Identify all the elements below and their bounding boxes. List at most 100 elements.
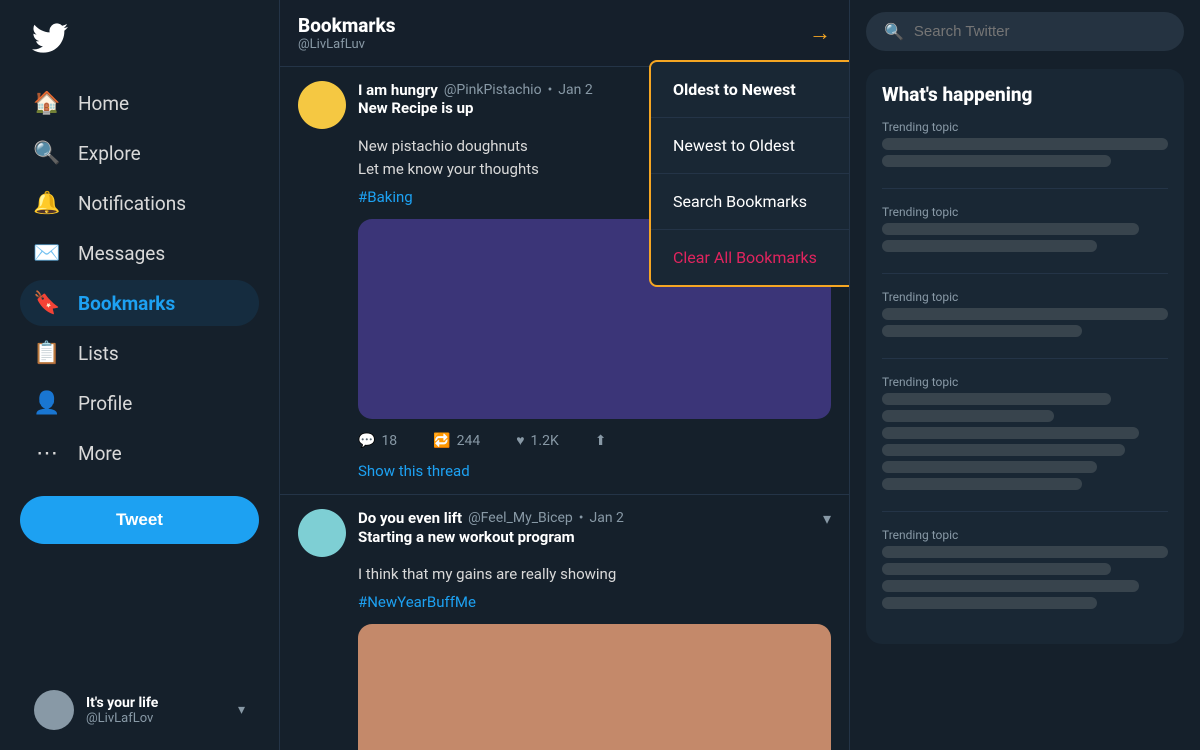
main-feed: Bookmarks @LivLafLuv → Oldest to Newest … <box>280 0 850 750</box>
chevron-down-icon: ▾ <box>238 702 245 718</box>
tweet-author-handle: @PinkPistachio <box>444 82 542 98</box>
feed-header: Bookmarks @LivLafLuv → Oldest to Newest … <box>280 0 849 67</box>
retweet-count: 244 <box>457 431 481 452</box>
trending-body <box>882 155 1111 167</box>
sidebar-item-explore-label: Explore <box>78 142 141 165</box>
show-thread-link[interactable]: Show this thread <box>358 462 831 480</box>
tweet-date: • <box>548 82 553 98</box>
tweet-image <box>358 624 831 750</box>
trending-topic-label: Trending topic <box>882 375 1168 389</box>
tweet-date-value: Jan 2 <box>558 82 592 98</box>
trending-body <box>882 240 1097 252</box>
bookmarks-icon: 🔖 <box>34 290 60 316</box>
notifications-icon: 🔔 <box>34 190 60 216</box>
sidebar-nav: 🏠 Home 🔍 Explore 🔔 Notifications ✉️ Mess… <box>20 80 259 476</box>
sort-clear-all[interactable]: Clear All Bookmarks <box>651 230 850 285</box>
tweet-date-sep: • <box>579 510 584 526</box>
more-icon: ⋯ <box>34 440 60 466</box>
sort-search-bookmarks[interactable]: Search Bookmarks <box>651 174 850 230</box>
trending-section: Trending topic <box>882 528 1168 630</box>
feed-handle: @LivLafLuv <box>298 37 396 52</box>
sort-dropdown: Oldest to Newest Newest to Oldest Search… <box>649 60 850 287</box>
tweet-body-line1: New pistachio doughnuts <box>358 137 528 155</box>
search-bar[interactable]: 🔍 <box>866 12 1184 51</box>
comment-count: 18 <box>381 431 397 452</box>
tweet-author-name: I am hungry <box>358 81 438 99</box>
tweet-title: Starting a new workout program <box>358 528 831 546</box>
right-sidebar: 🔍 What's happening Trending topic Trendi… <box>850 0 1200 750</box>
explore-icon: 🔍 <box>34 140 60 166</box>
footer-name: It's your life <box>86 695 226 711</box>
share-icon: ⬆ <box>595 431 607 452</box>
trending-body <box>882 478 1082 490</box>
tweet-author-handle: @Feel_My_Bicep <box>468 510 573 526</box>
trending-body <box>882 461 1097 473</box>
chevron-down-icon: ▾ <box>823 509 831 528</box>
tweet-body: I think that my gains are really showing <box>358 563 831 586</box>
trending-body <box>882 393 1111 405</box>
trending-body <box>882 308 1168 320</box>
comment-icon: 💬 <box>358 431 375 452</box>
sort-newest-oldest[interactable]: Newest to Oldest <box>651 118 850 174</box>
tweet-comment-action[interactable]: 💬 18 <box>358 431 397 452</box>
tweet-button[interactable]: Tweet <box>20 496 259 544</box>
avatar <box>298 81 346 129</box>
whats-happening-panel: What's happening Trending topic Trending… <box>866 69 1184 644</box>
messages-icon: ✉️ <box>34 240 60 266</box>
trending-topic-label: Trending topic <box>882 528 1168 542</box>
trending-body <box>882 444 1125 456</box>
tweet-retweet-action[interactable]: 🔁 244 <box>433 431 480 452</box>
search-icon: 🔍 <box>884 22 904 41</box>
profile-icon: 👤 <box>34 390 60 416</box>
avatar <box>298 509 346 557</box>
trending-section: Trending topic <box>882 375 1168 512</box>
tweet-body-line2: Let me know your thoughts <box>358 160 539 178</box>
tweet-date-value: Jan 2 <box>589 510 623 526</box>
trending-body <box>882 580 1139 592</box>
trending-body <box>882 597 1097 609</box>
sort-oldest-newest[interactable]: Oldest to Newest <box>651 62 850 118</box>
tweet-hashtag: #NewYearBuffMe <box>358 591 831 614</box>
sidebar-item-messages[interactable]: ✉️ Messages <box>20 230 259 276</box>
sidebar-item-notifications[interactable]: 🔔 Notifications <box>20 180 259 226</box>
avatar <box>34 690 74 730</box>
search-input[interactable] <box>914 23 1166 40</box>
trending-body <box>882 325 1082 337</box>
twitter-logo-icon <box>32 20 68 56</box>
trending-section: Trending topic <box>882 120 1168 189</box>
twitter-logo <box>20 10 259 70</box>
footer-handle: @LivLafLov <box>86 711 226 726</box>
sort-arrow-icon: → <box>809 20 831 46</box>
trending-body <box>882 138 1168 150</box>
sidebar-footer[interactable]: It's your life @LivLafLov ▾ <box>20 680 259 740</box>
sidebar-item-explore[interactable]: 🔍 Explore <box>20 130 259 176</box>
trending-body <box>882 427 1139 439</box>
retweet-icon: 🔁 <box>433 431 450 452</box>
trending-body <box>882 223 1139 235</box>
tweet-author-name: Do you even lift <box>358 509 462 527</box>
sidebar-item-home[interactable]: 🏠 Home <box>20 80 259 126</box>
sidebar-item-messages-label: Messages <box>78 242 165 265</box>
trending-body <box>882 546 1168 558</box>
tweet-title: New Recipe is up <box>358 99 593 117</box>
trending-topic-label: Trending topic <box>882 205 1168 219</box>
trending-section: Trending topic <box>882 205 1168 274</box>
sidebar-item-more-label: More <box>78 442 122 465</box>
whats-happening-title: What's happening <box>882 83 1168 106</box>
sidebar-item-bookmarks[interactable]: 🔖 Bookmarks <box>20 280 259 326</box>
trending-section: Trending topic <box>882 290 1168 359</box>
sidebar: 🏠 Home 🔍 Explore 🔔 Notifications ✉️ Mess… <box>0 0 280 750</box>
home-icon: 🏠 <box>34 90 60 116</box>
trending-topic-label: Trending topic <box>882 290 1168 304</box>
tweet-card[interactable]: Do you even lift @Feel_My_Bicep • Jan 2 … <box>280 495 849 750</box>
sidebar-item-home-label: Home <box>78 92 129 115</box>
sidebar-item-profile[interactable]: 👤 Profile <box>20 380 259 426</box>
tweet-like-action[interactable]: ♥ 1.2K <box>516 431 559 452</box>
trending-body <box>882 563 1111 575</box>
trending-body <box>882 410 1054 422</box>
tweet-share-action[interactable]: ⬆ <box>595 431 607 452</box>
page-title: Bookmarks <box>298 14 396 37</box>
sidebar-item-more[interactable]: ⋯ More <box>20 430 259 476</box>
sidebar-item-lists[interactable]: 📋 Lists <box>20 330 259 376</box>
sidebar-item-profile-label: Profile <box>78 392 132 415</box>
